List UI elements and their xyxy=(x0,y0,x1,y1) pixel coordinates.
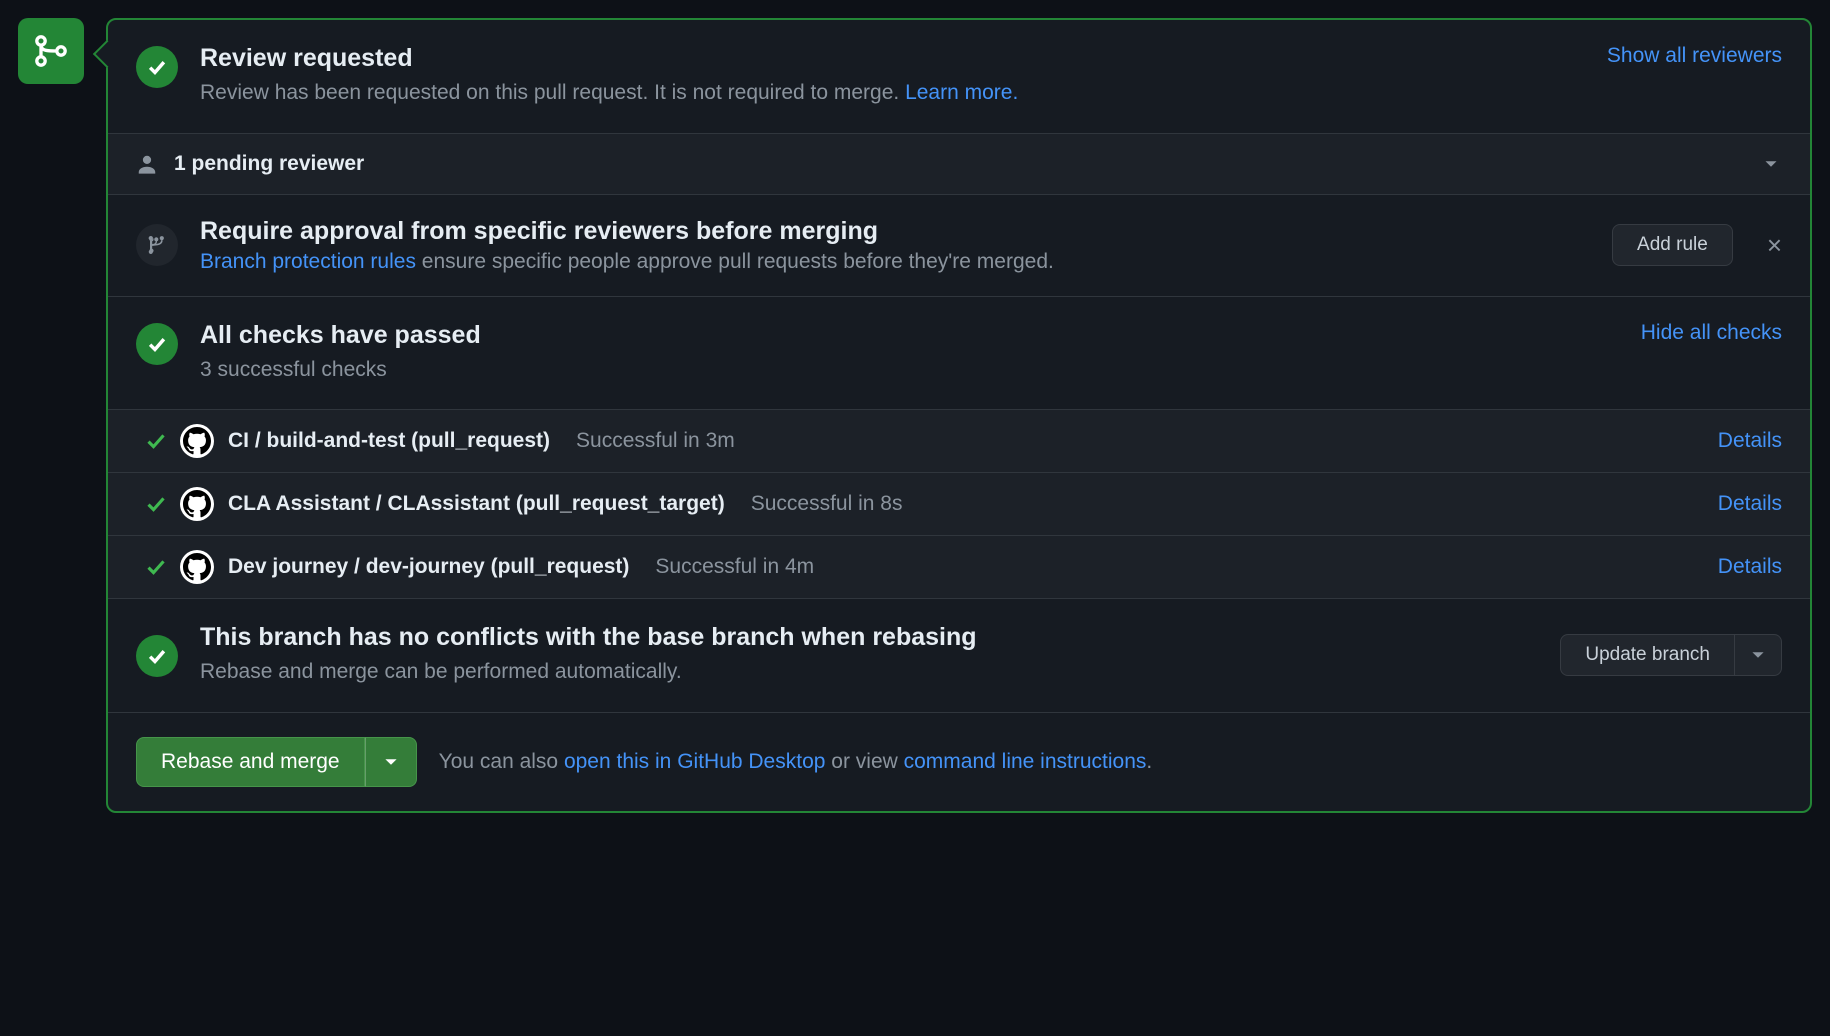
check-details-link[interactable]: Details xyxy=(1718,492,1782,516)
check-row: CI / build-and-test (pull_request) Succe… xyxy=(108,410,1810,472)
chevron-down-icon xyxy=(1760,153,1782,175)
person-icon xyxy=(136,153,158,175)
check-success-icon xyxy=(146,494,166,514)
pending-reviewer-label: 1 pending reviewer xyxy=(174,152,1744,176)
success-status-icon xyxy=(136,323,178,365)
update-branch-dropdown[interactable] xyxy=(1735,634,1782,676)
hide-all-checks-link[interactable]: Hide all checks xyxy=(1641,321,1782,344)
github-actions-avatar xyxy=(180,424,214,458)
merge-action-row: Rebase and merge You can also open this … xyxy=(108,713,1810,811)
review-title: Review requested xyxy=(200,44,1585,73)
success-status-icon xyxy=(136,635,178,677)
conflicts-title: This branch has no conflicts with the ba… xyxy=(200,623,1538,652)
branch-rule-icon-circle xyxy=(136,224,178,266)
conflicts-subtitle: Rebase and merge can be performed automa… xyxy=(200,656,1538,688)
check-details-link[interactable]: Details xyxy=(1718,429,1782,453)
rule-title: Require approval from specific reviewers… xyxy=(200,217,1590,246)
update-branch-button[interactable]: Update branch xyxy=(1560,634,1735,676)
check-name: CLA Assistant / CLAssistant (pull_reques… xyxy=(228,492,725,516)
branch-protection-section: Require approval from specific reviewers… xyxy=(108,195,1810,297)
rebase-and-merge-button[interactable]: Rebase and merge xyxy=(136,737,365,787)
learn-more-link[interactable]: Learn more. xyxy=(905,81,1018,104)
show-all-reviewers-link[interactable]: Show all reviewers xyxy=(1607,44,1782,67)
merge-method-dropdown[interactable] xyxy=(365,737,417,787)
open-in-desktop-link[interactable]: open this in GitHub Desktop xyxy=(564,750,825,773)
check-status: Successful in 8s xyxy=(751,492,903,516)
check-details-link[interactable]: Details xyxy=(1718,555,1782,579)
add-rule-button[interactable]: Add rule xyxy=(1612,224,1733,266)
check-name: CI / build-and-test (pull_request) xyxy=(228,429,550,453)
check-row: Dev journey / dev-journey (pull_request)… xyxy=(108,535,1810,598)
conflicts-section: This branch has no conflicts with the ba… xyxy=(108,599,1810,713)
dismiss-rule-button[interactable]: × xyxy=(1767,230,1782,261)
merge-status-box: Review requested Review has been request… xyxy=(106,18,1812,813)
checks-title: All checks have passed xyxy=(200,321,1619,350)
check-row: CLA Assistant / CLAssistant (pull_reques… xyxy=(108,472,1810,535)
pending-reviewer-row[interactable]: 1 pending reviewer xyxy=(108,134,1810,195)
merge-note: You can also open this in GitHub Desktop… xyxy=(439,750,1153,774)
success-status-icon xyxy=(136,46,178,88)
check-status: Successful in 4m xyxy=(655,555,814,579)
merge-branch-badge xyxy=(18,18,84,84)
git-branch-icon xyxy=(146,234,168,256)
checks-list: CI / build-and-test (pull_request) Succe… xyxy=(108,410,1810,599)
review-requested-section: Review requested Review has been request… xyxy=(108,20,1810,134)
github-actions-avatar xyxy=(180,550,214,584)
check-success-icon xyxy=(146,557,166,577)
check-name: Dev journey / dev-journey (pull_request) xyxy=(228,555,629,579)
command-line-instructions-link[interactable]: command line instructions xyxy=(904,750,1147,773)
github-actions-avatar xyxy=(180,487,214,521)
branch-protection-rules-link[interactable]: Branch protection rules xyxy=(200,250,416,273)
git-merge-icon xyxy=(31,31,71,71)
check-status: Successful in 3m xyxy=(576,429,735,453)
review-subtitle: Review has been requested on this pull r… xyxy=(200,77,1585,109)
caret-down-icon xyxy=(1751,648,1765,662)
checks-subtitle: 3 successful checks xyxy=(200,354,1619,386)
checks-section: All checks have passed 3 successful chec… xyxy=(108,297,1810,411)
caret-down-icon xyxy=(384,755,398,769)
check-success-icon xyxy=(146,431,166,451)
